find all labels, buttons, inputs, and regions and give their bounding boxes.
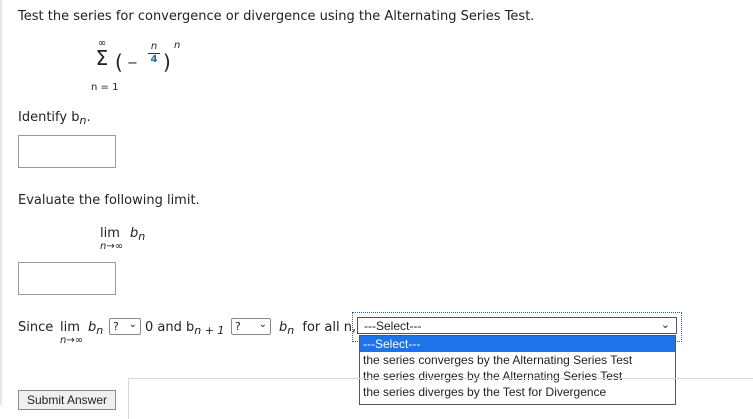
submit-answer-button[interactable]: Submit Answer xyxy=(18,390,116,410)
series-exponent: n xyxy=(174,40,181,51)
and-bn1: 0 and bn + 1 xyxy=(145,320,225,337)
since-bn: bn xyxy=(88,320,104,337)
chevron-down-icon: ⌄ xyxy=(258,319,267,330)
limit-answer-input[interactable] xyxy=(18,262,116,295)
and-text: 0 and b xyxy=(145,320,195,335)
chevron-down-icon: ⌄ xyxy=(660,319,670,331)
question-prompt: Test the series for convergence or diver… xyxy=(18,9,535,24)
lim-under: n→∞ xyxy=(100,241,124,252)
series-formula: ∞ Σ xyxy=(92,38,112,70)
sum-lower-limit: n = 1 xyxy=(91,82,119,93)
identify-subscript: n xyxy=(79,114,87,127)
minus-sign: − xyxy=(126,56,138,71)
bn-forall: bn for all n, xyxy=(279,320,357,337)
limit-expression: lim bn xyxy=(100,226,146,243)
since-lim: lim xyxy=(60,320,80,335)
sigma-symbol: Σ xyxy=(95,46,109,70)
bn-answer-input[interactable] xyxy=(18,135,116,168)
bn1-sub: n + 1 xyxy=(194,324,225,337)
bn3-sub: n xyxy=(287,324,295,337)
close-paren: ) xyxy=(163,50,171,74)
compare2-select[interactable]: ? ⌄ xyxy=(231,318,271,335)
open-paren: ( xyxy=(115,50,123,74)
fraction: n 4 xyxy=(148,41,160,65)
conclusion-value: ---Select--- xyxy=(364,319,422,333)
lim-subscript: n xyxy=(138,230,146,243)
conclusion-select[interactable]: ---Select--- ⌄ xyxy=(357,317,677,334)
compare1-value: ? xyxy=(113,320,119,333)
since-lim-under: n→∞ xyxy=(60,335,84,346)
evaluate-label: Evaluate the following limit. xyxy=(18,193,200,208)
since-lead: Since xyxy=(18,320,54,335)
fraction-denominator: 4 xyxy=(150,54,158,65)
since-bn-sub: n xyxy=(96,324,104,337)
series-term: ( − xyxy=(115,48,138,74)
compare1-select[interactable]: ? ⌄ xyxy=(109,318,141,335)
answer-panel xyxy=(128,378,753,419)
option-select[interactable]: ---Select--- xyxy=(360,336,675,352)
close-group: ) xyxy=(163,48,171,74)
identify-text: Identify b xyxy=(18,110,80,125)
forall-text: for all n, xyxy=(302,320,357,335)
fraction-numerator: n xyxy=(150,41,158,52)
compare2-value: ? xyxy=(235,320,241,333)
option-converges-ast[interactable]: the series converges by the Alternating … xyxy=(360,352,675,368)
lim-text: lim xyxy=(100,226,120,241)
identify-period: . xyxy=(86,110,91,125)
left-border xyxy=(0,0,2,405)
identify-label: Identify bn. xyxy=(18,110,91,127)
chevron-down-icon: ⌄ xyxy=(128,319,137,330)
